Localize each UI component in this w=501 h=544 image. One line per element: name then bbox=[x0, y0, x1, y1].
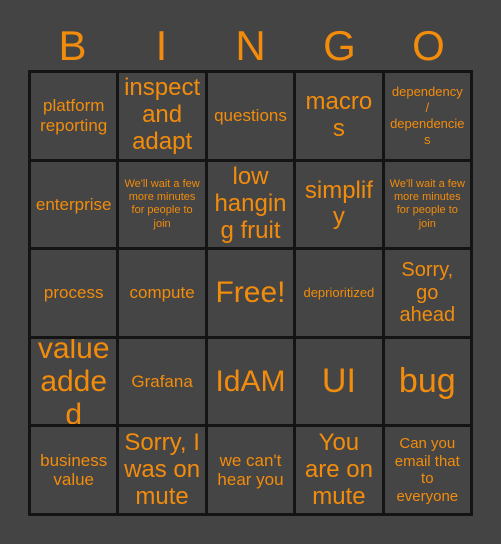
bingo-cell[interactable]: bug bbox=[384, 338, 473, 428]
bingo-cell-label: dependency / dependencies bbox=[390, 84, 465, 147]
bingo-cell-label: we can't hear you bbox=[217, 450, 284, 490]
bingo-cell[interactable]: platform reporting bbox=[31, 73, 120, 162]
bingo-cell[interactable]: questions bbox=[207, 73, 297, 162]
bingo-cell[interactable]: UI bbox=[296, 338, 385, 428]
bingo-cell[interactable]: Sorry, go ahead bbox=[384, 250, 473, 339]
bingo-cell[interactable]: IdAM bbox=[207, 338, 297, 428]
bingo-cell-label: Can you email that to everyone bbox=[394, 434, 460, 505]
bingo-cell[interactable]: Sorry, I was on mute bbox=[119, 427, 208, 516]
bingo-cell-label: Grafana bbox=[131, 371, 193, 391]
bingo-cell-label: Free! bbox=[215, 276, 286, 310]
bingo-cell[interactable]: Grafana bbox=[119, 338, 208, 428]
bingo-cell-label: deprioritized bbox=[303, 285, 375, 301]
bingo-cell-label: We'll wait a few more minutes for people… bbox=[389, 177, 465, 230]
bingo-cell[interactable]: inspect and adapt bbox=[119, 73, 208, 162]
bingo-cell[interactable]: deprioritized bbox=[296, 250, 385, 339]
bingo-cell[interactable]: macros bbox=[296, 73, 385, 162]
bingo-header-letter-g: G bbox=[323, 22, 356, 69]
bingo-grid: platform reporting inspect and adapt quest… bbox=[28, 70, 473, 516]
bingo-cell-label: value added bbox=[37, 338, 110, 428]
bingo-cell-label: bug bbox=[398, 362, 456, 401]
bingo-cell-label: IdAM bbox=[215, 365, 286, 399]
bingo-cell-label: platform reporting bbox=[40, 96, 108, 135]
bingo-cell-label: business value bbox=[40, 450, 108, 490]
bingo-cell-label: We'll wait a few more minutes for people… bbox=[124, 177, 200, 230]
bingo-cell-label: Sorry, go ahead bbox=[399, 258, 456, 327]
bingo-cell[interactable]: We'll wait a few more minutes for people… bbox=[119, 161, 208, 251]
bingo-header: BINGO bbox=[28, 22, 473, 70]
bingo-cell[interactable]: Can you email that to everyone bbox=[384, 427, 473, 516]
bingo-cell[interactable]: dependency / dependencies bbox=[384, 73, 473, 162]
bingo-cell[interactable]: business value bbox=[31, 427, 120, 516]
bingo-cell[interactable]: value added bbox=[31, 338, 120, 428]
bingo-header-letter-i: I bbox=[155, 22, 168, 69]
bingo-cell[interactable]: compute bbox=[119, 250, 208, 339]
bingo-cell[interactable]: You are on mute bbox=[296, 427, 385, 516]
bingo-cell-label: questions bbox=[214, 106, 287, 126]
bingo-cell-label: Sorry, I was on mute bbox=[124, 428, 201, 510]
bingo-cell-label: low hanging fruit bbox=[214, 163, 287, 244]
bingo-cell-label: enterprise bbox=[35, 194, 112, 214]
bingo-cell[interactable]: we can't hear you bbox=[207, 427, 297, 516]
bingo-free-cell[interactable]: Free! bbox=[207, 250, 297, 339]
bingo-cell-label: inspect and adapt bbox=[124, 74, 201, 156]
bingo-header-letter-o: O bbox=[412, 22, 445, 69]
bingo-cell[interactable]: simplify bbox=[296, 161, 385, 251]
bingo-card: B I N G O platform reporting inspect and adap… bbox=[0, 0, 501, 544]
bingo-cell-label: compute bbox=[129, 283, 195, 303]
bingo-header-letter-n: N bbox=[235, 22, 266, 69]
bingo-cell[interactable]: enterprise bbox=[31, 161, 120, 251]
bingo-cell-label: macros bbox=[305, 87, 373, 142]
bingo-cell[interactable]: process bbox=[31, 250, 120, 339]
bingo-cell[interactable]: We'll wait a few more minutes for people… bbox=[384, 161, 473, 251]
bingo-header-letter-b: B bbox=[58, 22, 87, 69]
bingo-cell-label: simplify bbox=[304, 176, 373, 231]
bingo-cell-label: UI bbox=[321, 362, 356, 401]
bingo-cell[interactable]: low hanging fruit bbox=[207, 161, 297, 251]
bingo-cell-label: You are on mute bbox=[304, 428, 373, 510]
bingo-cell-label: process bbox=[43, 283, 104, 303]
